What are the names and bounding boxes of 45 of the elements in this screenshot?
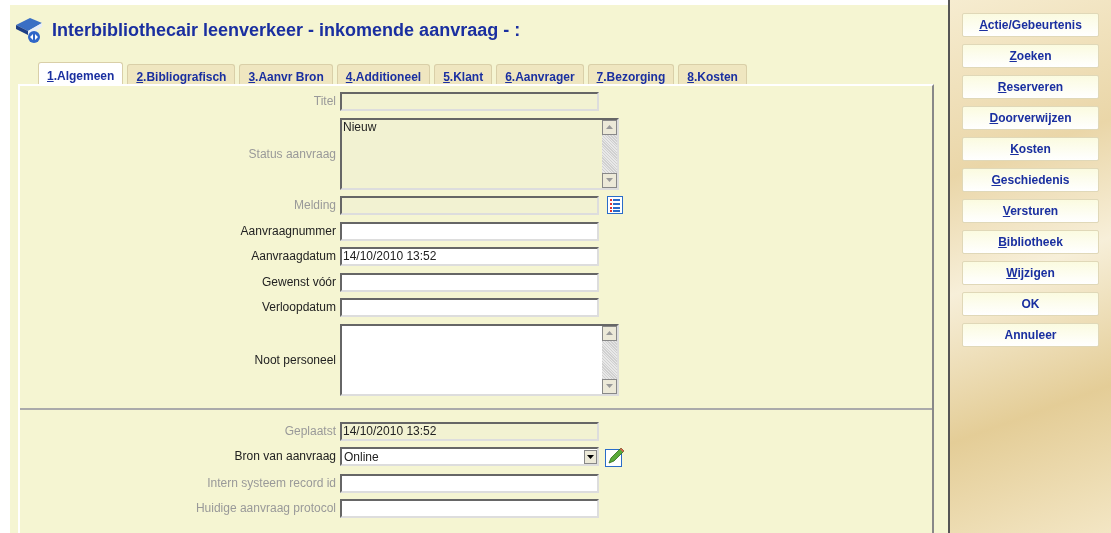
input-field[interactable] <box>340 473 599 493</box>
tab[interactable]: 7.Bezorging <box>587 64 675 84</box>
field-label: Melding <box>292 197 337 214</box>
book-icon <box>14 15 44 45</box>
dropdown-field[interactable]: Online <box>340 447 599 466</box>
field-label: Geplaatst <box>283 422 337 440</box>
field-label: Bron van aanvraag <box>233 448 337 465</box>
action-button[interactable]: Geschiedenis <box>962 168 1099 192</box>
action-button[interactable]: Versturen <box>962 199 1099 223</box>
field-label: Verloopdatum <box>260 299 337 316</box>
tab[interactable]: 8.Kosten <box>678 64 747 84</box>
tab[interactable]: 5.Klant <box>434 64 493 84</box>
tab[interactable]: 3.Aanvr Bron <box>239 64 333 84</box>
pencil-icon[interactable] <box>605 447 625 467</box>
field-label: Aanvraagdatum <box>250 248 337 265</box>
input-field[interactable] <box>340 272 599 292</box>
field-label: Titel <box>312 93 337 110</box>
action-button[interactable]: OK <box>962 292 1099 316</box>
caret-icon <box>584 449 597 464</box>
input-field[interactable]: 14/10/2010 13:52 <box>340 247 599 266</box>
action-button[interactable]: Reserveren <box>962 75 1099 99</box>
field-label: Aanvraagnummer <box>239 222 337 240</box>
action-button[interactable]: Annuleer <box>962 323 1099 347</box>
tab[interactable]: 1.Algemeen <box>38 62 124 84</box>
action-button[interactable]: Kosten <box>962 137 1099 161</box>
field-label: Intern systeem record id <box>206 474 337 492</box>
tab[interactable]: 4.Additioneel <box>336 64 431 84</box>
input-field[interactable] <box>340 298 599 317</box>
input-field[interactable] <box>340 92 599 111</box>
input-field[interactable] <box>340 221 599 241</box>
window-title: Interbibliothecair leenverkeer - inkomende aanvraag - : <box>52 18 521 42</box>
input-field[interactable] <box>340 196 599 215</box>
tab[interactable]: 6.Aanvrager <box>496 64 584 84</box>
action-button[interactable]: Wijzigen <box>962 261 1099 285</box>
field-label: Gewenst vóór <box>260 273 337 291</box>
field-label: Noot personeel <box>253 351 337 369</box>
input-field[interactable] <box>340 499 599 518</box>
field-label: Huidige aanvraag protocol <box>194 500 337 517</box>
tab[interactable]: 2.Bibliografisch <box>127 64 236 84</box>
action-button[interactable]: Zoeken <box>962 44 1099 68</box>
action-button[interactable]: Doorverwijzen <box>962 106 1099 130</box>
action-button[interactable]: Actie/Gebeurtenis <box>962 13 1099 37</box>
field-label: Status aanvraag <box>247 145 337 163</box>
text-area[interactable] <box>340 323 619 396</box>
action-button[interactable]: Bibliotheek <box>962 230 1099 254</box>
